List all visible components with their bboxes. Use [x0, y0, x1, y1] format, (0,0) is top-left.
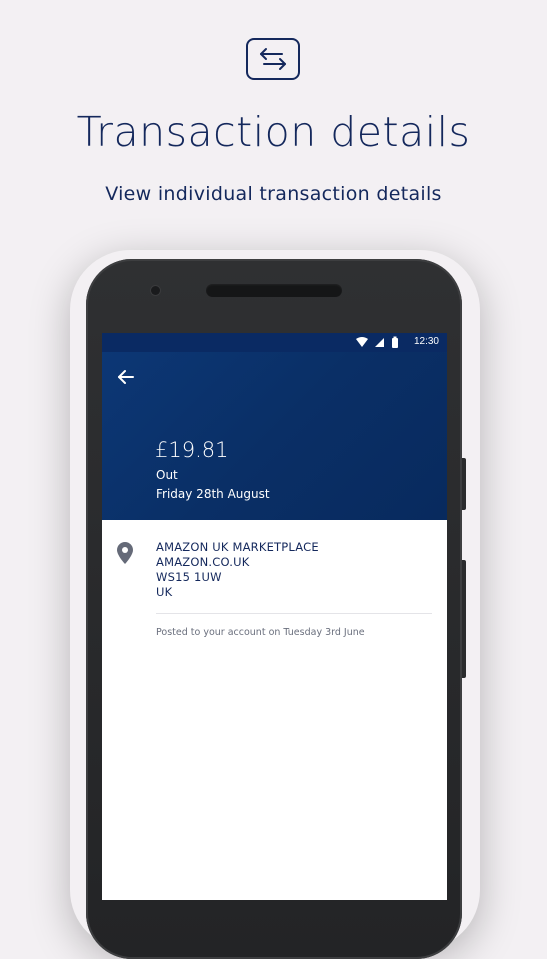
posted-date-text: Posted to your account on Tuesday 3rd Ju… [156, 627, 365, 638]
swap-arrows-icon [246, 38, 300, 80]
phone-screen: 12:30 £19.81 Out Friday 28th August AMAZ… [102, 333, 447, 900]
phone-front-camera [151, 286, 160, 295]
status-icons [355, 336, 405, 348]
transaction-date: Friday 28th August [156, 487, 270, 501]
page-subtitle: View individual transaction details [105, 183, 442, 205]
status-time: 12:30 [413, 336, 439, 347]
signal-icon [375, 338, 384, 347]
page-title: Transaction details [76, 108, 471, 156]
merchant-country: UK [156, 585, 173, 599]
transaction-header: £19.81 Out Friday 28th August [102, 352, 447, 520]
wifi-icon [356, 337, 368, 347]
merchant-postcode: WS15 1UW [156, 570, 222, 584]
divider [156, 613, 432, 614]
phone-speaker [206, 284, 342, 297]
battery-icon [392, 338, 398, 348]
transaction-direction: Out [156, 468, 178, 482]
merchant-name: AMAZON UK MARKETPLACE [156, 540, 319, 554]
phone-power-button [462, 458, 466, 510]
transaction-amount: £19.81 [155, 438, 229, 462]
location-pin-icon [117, 542, 133, 564]
merchant-website: AMAZON.CO.UK [156, 555, 250, 569]
phone-volume-button [462, 560, 466, 678]
status-bar: 12:30 [102, 333, 447, 352]
merchant-address: AMAZON UK MARKETPLACE AMAZON.CO.UK WS15 … [156, 540, 319, 600]
arrow-left-icon[interactable] [116, 367, 136, 387]
